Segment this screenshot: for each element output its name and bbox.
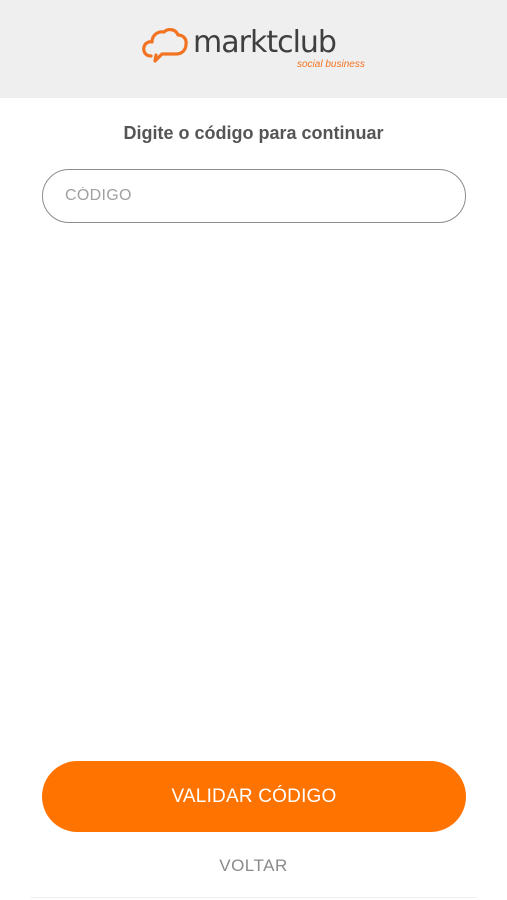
marktclub-logo: marktclub social business: [142, 22, 372, 74]
bottom-divider: [30, 897, 477, 898]
back-link[interactable]: VOLTAR: [0, 855, 507, 877]
logo-wordmark: marktclub: [193, 25, 337, 60]
code-prompt: Digite o código para continuar: [123, 123, 384, 143]
code-input[interactable]: [42, 169, 466, 223]
logo-tagline: social business: [297, 59, 365, 70]
validate-code-button[interactable]: VALIDAR CÓDIGO: [42, 761, 466, 832]
app-header: marktclub social business: [0, 0, 507, 98]
cloud-chat-icon: [142, 28, 188, 63]
